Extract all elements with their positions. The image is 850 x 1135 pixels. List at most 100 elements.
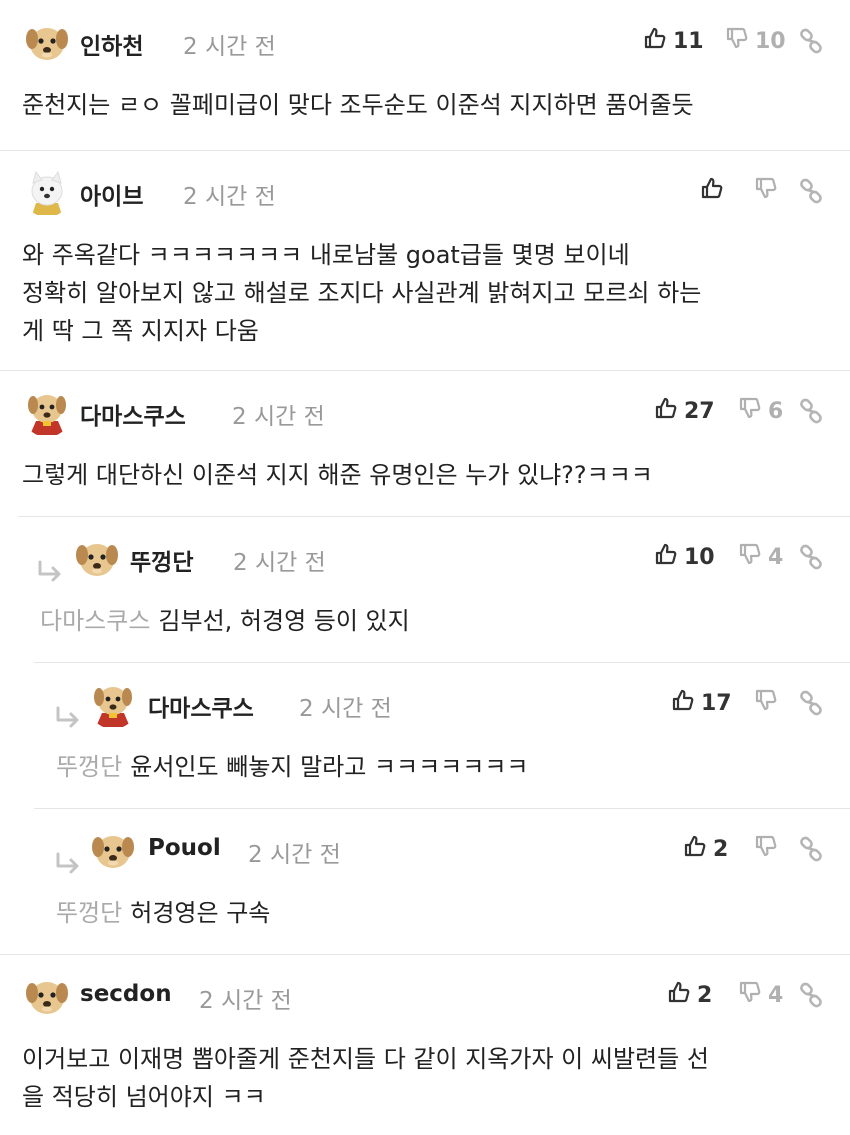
timestamp: 2 시간 전: [183, 34, 276, 60]
avatar[interactable]: [22, 167, 72, 217]
upvote-button[interactable]: 27: [648, 396, 715, 426]
comment-item: 아이브 2 시간 전와 주옥같다 ㅋㅋㅋㅋㅋㅋㅋ 내로남불 goat급들 몇명 보…: [0, 150, 850, 370]
downvote-count: 6: [768, 398, 784, 424]
comment-divider: [34, 808, 850, 809]
comment-list: 인하천 2 시간 전 11 10 준천지는 ㄹㅇ 꼴페미급이 맞다 조두순도 이준석 지…: [0, 0, 850, 1135]
downvote-button[interactable]: 10: [719, 26, 786, 56]
upvote-count: 2: [697, 982, 713, 1008]
comment-divider: [34, 662, 850, 663]
timestamp: 2 시간 전: [232, 404, 325, 430]
comment-item: Pouol 2 시간 전 2 뚜껑단 허경영은 구속: [0, 808, 850, 954]
upvote-count: 11: [673, 28, 704, 54]
upvote-count: 17: [701, 690, 732, 716]
timestamp: 2 시간 전: [299, 696, 392, 722]
comment-item: 인하천 2 시간 전 11 10 준천지는 ㄹㅇ 꼴페미급이 맞다 조두순도 이준석 지…: [0, 0, 850, 150]
thumbs-down-icon: [754, 176, 778, 206]
upvote-button[interactable]: 2: [661, 980, 712, 1010]
author-name[interactable]: 아이브: [80, 177, 143, 211]
comment-text-line: 을 적당히 넘어야지 ㅋㅋ: [22, 1078, 810, 1116]
link-icon[interactable]: [798, 544, 824, 570]
thumbs-up-icon: [683, 834, 707, 864]
comment-text: 와 주옥같다 ㅋㅋㅋㅋㅋㅋㅋ 내로남불 goat급들 몇명 보이네정확히 알아보…: [22, 236, 810, 350]
upvote-count: 10: [684, 544, 715, 570]
thumbs-up-icon: [700, 176, 724, 206]
comment-text: 뚜껑단 윤서인도 빼놓지 말라고 ㅋㅋㅋㅋㅋㅋㅋ: [56, 748, 810, 786]
avatar[interactable]: [22, 971, 72, 1021]
thumbs-down-icon: [738, 396, 762, 426]
reply-arrow-icon: [54, 852, 82, 876]
link-icon[interactable]: [798, 982, 824, 1008]
mention-tag[interactable]: 뚜껑단: [56, 753, 122, 781]
downvote-button[interactable]: [748, 176, 778, 206]
link-icon[interactable]: [798, 690, 824, 716]
author-name[interactable]: 인하천: [80, 27, 143, 61]
thumbs-down-icon: [754, 688, 778, 718]
upvote-button[interactable]: 10: [648, 542, 715, 572]
comment-text: 뚜껑단 허경영은 구속: [56, 894, 810, 932]
downvote-button[interactable]: 4: [732, 980, 783, 1010]
comment-text-content: 허경영은 구속: [130, 899, 271, 927]
mention-tag[interactable]: 뚜껑단: [56, 899, 122, 927]
upvote-button[interactable]: [694, 176, 724, 206]
author-name[interactable]: 다마스쿠스: [80, 397, 186, 431]
comment-text-content: 김부선, 허경영 등이 있지: [158, 607, 410, 635]
comment-text-content: 이거보고 이재명 뽑아줄게 준천지들 다 같이 지옥가자 이 씨발련들 선: [22, 1045, 709, 1073]
downvote-button[interactable]: [748, 834, 778, 864]
link-icon[interactable]: [798, 178, 824, 204]
link-icon[interactable]: [798, 398, 824, 424]
avatar[interactable]: [72, 533, 122, 583]
author-name[interactable]: 뚜껑단: [130, 543, 193, 577]
comment-text: 다마스쿠스 김부선, 허경영 등이 있지: [40, 602, 810, 640]
avatar[interactable]: [22, 17, 72, 67]
downvote-count: 4: [768, 544, 784, 570]
downvote-button[interactable]: 6: [732, 396, 783, 426]
comment-text-line: 그렇게 대단하신 이준석 지지 해준 유명인은 누가 있냐??ㅋㅋㅋ: [22, 456, 810, 494]
link-icon[interactable]: [798, 28, 824, 54]
mention-tag[interactable]: 다마스쿠스: [40, 607, 150, 635]
comment-text-content: 윤서인도 빼놓지 말라고 ㅋㅋㅋㅋㅋㅋㅋ: [130, 753, 529, 781]
comment-text-content: 준천지는 ㄹㅇ 꼴페미급이 맞다 조두순도 이준석 지지하면 품어줄듯: [22, 91, 694, 119]
thumbs-up-icon: [667, 980, 691, 1010]
comment-text-line: 이거보고 이재명 뽑아줄게 준천지들 다 같이 지옥가자 이 씨발련들 선: [22, 1040, 810, 1078]
link-icon[interactable]: [798, 836, 824, 862]
thumbs-up-icon: [671, 688, 695, 718]
comment-item: secdon 2 시간 전 2 4 이거보고 이재명 뽑아줄게 준천지들 다 같이 지옥…: [0, 954, 850, 1135]
comment-text-line: 준천지는 ㄹㅇ 꼴페미급이 맞다 조두순도 이준석 지지하면 품어줄듯: [22, 86, 810, 124]
avatar[interactable]: [22, 387, 72, 437]
upvote-button[interactable]: 11: [637, 26, 704, 56]
timestamp: 2 시간 전: [199, 988, 292, 1014]
thumbs-down-icon: [754, 834, 778, 864]
downvote-count: 4: [768, 982, 784, 1008]
author-name[interactable]: Pouol: [148, 835, 221, 861]
comment-text-content: 그렇게 대단하신 이준석 지지 해준 유명인은 누가 있냐??ㅋㅋㅋ: [22, 461, 653, 489]
comment-item: 다마스쿠스 2 시간 전 17 뚜껑단 윤서인도 빼놓지 말라고 ㅋㅋㅋㅋㅋㅋㅋ: [0, 662, 850, 808]
avatar[interactable]: [88, 825, 138, 875]
downvote-button[interactable]: 4: [732, 542, 783, 572]
comment-item: 뚜껑단 2 시간 전 10 4 다마스쿠스 김부선, 허경영 등이 있지: [0, 516, 850, 662]
author-name[interactable]: secdon: [80, 981, 172, 1007]
downvote-count: 10: [755, 28, 786, 54]
thumbs-up-icon: [654, 396, 678, 426]
upvote-button[interactable]: 17: [665, 688, 732, 718]
comment-text-line: 와 주옥같다 ㅋㅋㅋㅋㅋㅋㅋ 내로남불 goat급들 몇명 보이네: [22, 236, 810, 274]
reply-arrow-icon: [36, 560, 64, 584]
reply-arrow-icon: [54, 706, 82, 730]
comment-text-line: 뚜껑단 윤서인도 빼놓지 말라고 ㅋㅋㅋㅋㅋㅋㅋ: [56, 748, 810, 786]
upvote-button[interactable]: 2: [677, 834, 728, 864]
timestamp: 2 시간 전: [248, 842, 341, 868]
comment-text-line: 게 딱 그 쪽 지지자 다움: [22, 312, 810, 350]
comment-text-content: 와 주옥같다 ㅋㅋㅋㅋㅋㅋㅋ 내로남불 goat급들 몇명 보이네: [22, 241, 630, 269]
comment-text: 그렇게 대단하신 이준석 지지 해준 유명인은 누가 있냐??ㅋㅋㅋ: [22, 456, 810, 494]
comment-text-content: 정확히 알아보지 않고 해설로 조지다 사실관계 밝혀지고 모르쇠 하는: [22, 279, 702, 307]
upvote-count: 2: [713, 836, 729, 862]
thumbs-up-icon: [654, 542, 678, 572]
avatar[interactable]: [88, 679, 138, 729]
comment-text-content: 게 딱 그 쪽 지지자 다움: [22, 317, 259, 345]
timestamp: 2 시간 전: [233, 550, 326, 576]
author-name[interactable]: 다마스쿠스: [148, 689, 254, 723]
comment-text-line: 정확히 알아보지 않고 해설로 조지다 사실관계 밝혀지고 모르쇠 하는: [22, 274, 810, 312]
comment-divider: [18, 516, 850, 517]
downvote-button[interactable]: [748, 688, 778, 718]
thumbs-down-icon: [725, 26, 749, 56]
thumbs-down-icon: [738, 980, 762, 1010]
